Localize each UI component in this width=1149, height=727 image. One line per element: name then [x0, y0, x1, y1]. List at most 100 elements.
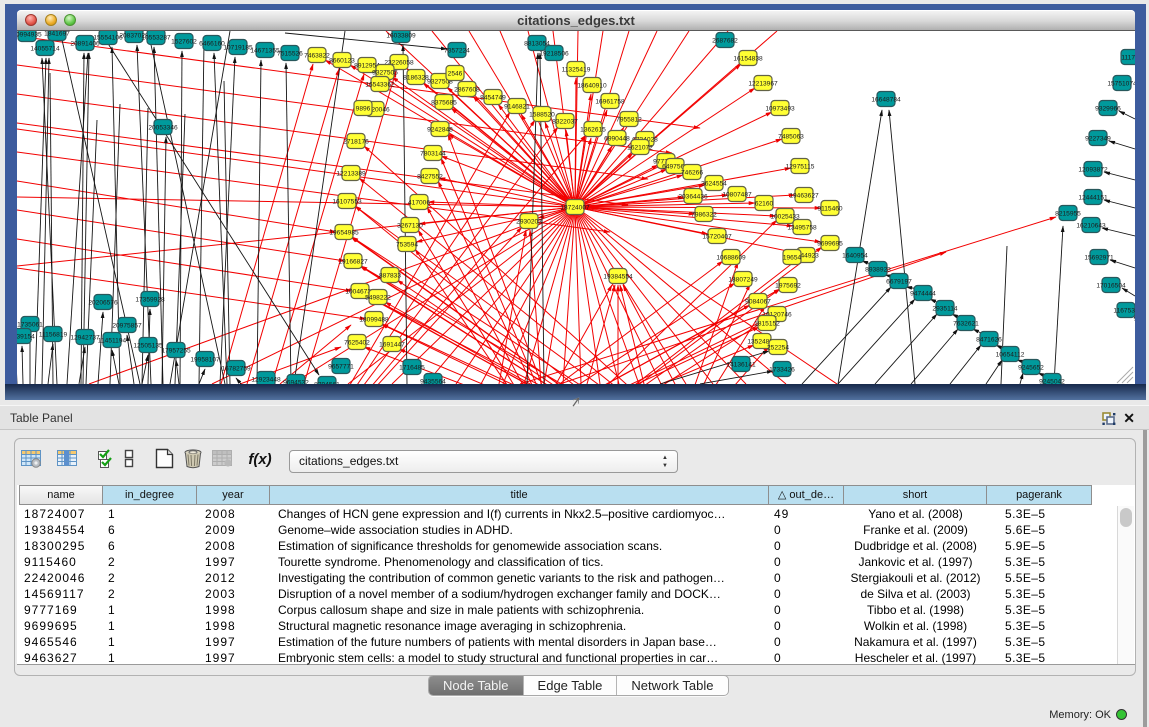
svg-text:6990448: 6990448 — [604, 136, 630, 143]
svg-text:16543362: 16543362 — [365, 82, 395, 89]
svg-text:417006: 417006 — [408, 200, 430, 207]
svg-text:1362615: 1362615 — [580, 127, 606, 134]
svg-text:8186328: 8186328 — [403, 75, 429, 82]
svg-text:18099488: 18099488 — [359, 317, 389, 324]
svg-text:12505135: 12505135 — [133, 343, 163, 350]
svg-text:19218506: 19218506 — [539, 51, 569, 58]
svg-text:1716485: 1716485 — [399, 365, 425, 372]
svg-text:8215955: 8215955 — [1055, 211, 1081, 218]
svg-text:9896: 9896 — [356, 106, 371, 113]
svg-text:9084067: 9084067 — [745, 299, 771, 306]
svg-text:16107553: 16107553 — [332, 199, 362, 206]
svg-text:7485063: 7485063 — [778, 134, 804, 141]
svg-text:9245042: 9245042 — [1039, 379, 1065, 385]
svg-text:1621072: 1621072 — [627, 145, 653, 152]
svg-text:6466160: 6466160 — [199, 41, 225, 48]
svg-text:1733426: 1733426 — [769, 367, 795, 374]
svg-text:252254: 252254 — [767, 345, 789, 352]
svg-text:10807487: 10807487 — [722, 192, 752, 199]
svg-text:12444151: 12444151 — [1078, 195, 1108, 202]
svg-text:12923448: 12923448 — [251, 377, 281, 384]
svg-text:9474444: 9474444 — [910, 291, 936, 298]
svg-text:1975692: 1975692 — [775, 283, 801, 290]
svg-text:2687682: 2687682 — [712, 38, 738, 45]
svg-text:14055714: 14055714 — [30, 46, 60, 53]
svg-text:15692971: 15692971 — [1084, 255, 1114, 262]
svg-text:1939154: 1939154 — [17, 334, 35, 341]
svg-text:16961758: 16961758 — [595, 99, 625, 106]
svg-text:f(x): f(x) — [248, 451, 271, 468]
svg-text:9146821: 9146821 — [504, 104, 530, 111]
svg-text:16033809: 16033809 — [386, 33, 416, 40]
svg-text:7515526: 7515526 — [277, 51, 303, 58]
svg-text:20206576: 20206576 — [88, 300, 118, 307]
svg-text:887833: 887833 — [379, 273, 401, 280]
svg-text:2867608: 2867608 — [454, 87, 480, 94]
svg-text:10688609: 10688609 — [716, 255, 746, 262]
svg-text:17957255: 17957255 — [161, 348, 191, 355]
svg-text:7632621: 7632621 — [953, 321, 979, 328]
svg-text:8471626: 8471626 — [976, 337, 1002, 344]
svg-text:2718176: 2718176 — [343, 139, 369, 146]
svg-text:10654112: 10654112 — [996, 352, 1025, 359]
svg-text:20994935: 20994935 — [17, 32, 42, 39]
svg-text:14671355: 14671355 — [250, 48, 280, 55]
svg-text:16154838: 16154838 — [733, 56, 763, 63]
svg-text:1527602: 1527602 — [171, 39, 197, 46]
svg-text:19654: 19654 — [783, 255, 802, 262]
svg-text:20364436: 20364436 — [678, 194, 708, 201]
svg-text:8375685: 8375685 — [431, 100, 457, 107]
svg-text:7986322: 7986322 — [691, 212, 717, 219]
svg-text:10719185: 10719185 — [223, 45, 253, 52]
svg-text:9699695: 9699695 — [817, 241, 843, 248]
svg-text:3624554: 3624554 — [701, 181, 727, 188]
svg-text:9115460: 9115460 — [817, 206, 843, 213]
svg-text:7625402: 7625402 — [344, 340, 370, 347]
svg-text:18640910: 18640910 — [577, 83, 607, 90]
svg-text:12975115: 12975115 — [786, 164, 815, 171]
svg-text:753594: 753594 — [396, 242, 418, 249]
svg-text:8660123: 8660123 — [329, 58, 355, 65]
svg-text:10973493: 10973493 — [765, 106, 795, 113]
svg-text:6679197: 6679197 — [886, 279, 912, 286]
svg-text:16210643: 16210643 — [1076, 223, 1106, 230]
svg-text:2930203: 2930203 — [516, 219, 542, 226]
svg-text:7955812: 7955812 — [616, 117, 642, 124]
svg-text:14136141: 14136141 — [726, 362, 756, 369]
svg-text:9245652: 9245652 — [1018, 365, 1044, 372]
svg-text:1588520: 1588520 — [529, 112, 555, 119]
svg-text:3267130: 3267130 — [397, 223, 423, 230]
svg-text:12213967: 12213967 — [748, 81, 778, 88]
svg-text:19384554: 19384554 — [603, 274, 633, 281]
svg-text:1691447: 1691447 — [379, 342, 405, 349]
svg-text:9242848: 9242848 — [427, 127, 453, 134]
svg-text:11325419: 11325419 — [562, 67, 591, 74]
svg-text:8794561: 8794561 — [314, 382, 340, 385]
svg-text:11174: 11174 — [1121, 55, 1135, 62]
svg-text:746266: 746266 — [681, 170, 703, 177]
svg-text:17016504: 17016504 — [1096, 283, 1126, 290]
svg-text:19463627: 19463627 — [789, 193, 819, 200]
svg-text:18807249: 18807249 — [728, 277, 758, 284]
svg-text:2546: 2546 — [448, 71, 463, 78]
svg-text:20891406: 20891406 — [70, 41, 100, 48]
svg-text:15720407: 15720407 — [702, 234, 732, 241]
svg-text:7357224: 7357224 — [444, 48, 470, 55]
svg-text:8454749: 8454749 — [480, 95, 506, 102]
svg-text:12213389: 12213389 — [336, 171, 366, 178]
svg-text:8322037: 8322037 — [552, 119, 578, 126]
svg-text:9435564: 9435564 — [420, 379, 446, 385]
svg-text:8938923: 8938923 — [865, 267, 891, 274]
svg-text:19166827: 19166827 — [338, 259, 368, 266]
svg-text:1841697: 1841697 — [44, 31, 70, 38]
svg-text:11451194: 11451194 — [98, 338, 127, 345]
svg-text:7463822: 7463822 — [304, 53, 330, 60]
svg-text:12942737: 12942737 — [70, 335, 100, 342]
svg-text:9327505: 9327505 — [372, 70, 398, 77]
svg-text:20975857: 20975857 — [112, 323, 142, 330]
svg-text:19958107: 19958107 — [190, 357, 220, 364]
svg-text:11156819: 11156819 — [39, 332, 68, 339]
svg-text:20053346: 20053346 — [148, 125, 178, 132]
svg-text:1640954: 1640954 — [842, 253, 868, 260]
svg-text:13495758: 13495758 — [787, 225, 817, 232]
